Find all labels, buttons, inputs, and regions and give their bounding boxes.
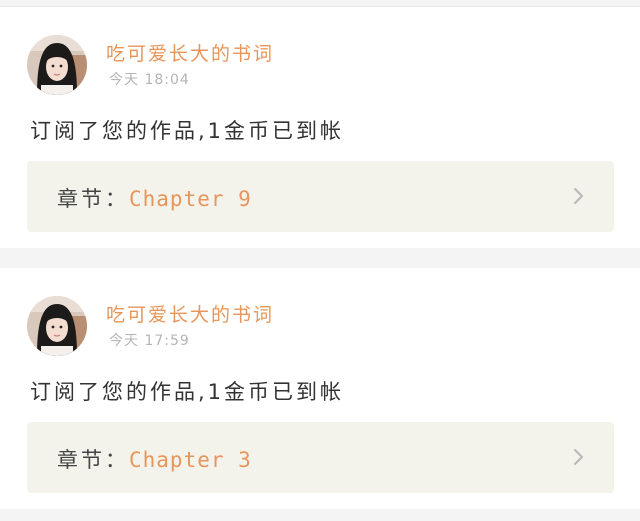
- chapter-label: 章节：: [57, 448, 129, 472]
- top-divider: [0, 0, 640, 7]
- avatar-photo-icon: [27, 35, 87, 95]
- chevron-right-icon: [574, 449, 583, 465]
- avatar-photo-icon: [27, 296, 87, 356]
- chapter-row: 章节：Chapter 9: [57, 183, 252, 213]
- avatar[interactable]: [27, 35, 87, 95]
- chapter-label: 章节：: [57, 187, 129, 211]
- timestamp: 今天 17:59: [109, 333, 190, 349]
- notification-card: 吃可爱长大的书词 今天 18:04 订阅了您的作品,1金币已到帐 章节：Chap…: [0, 7, 640, 248]
- notification-message: 订阅了您的作品,1金币已到帐: [30, 119, 345, 143]
- chevron-right-icon: [574, 188, 583, 204]
- avatar[interactable]: [27, 296, 87, 356]
- notification-message: 订阅了您的作品,1金币已到帐: [30, 380, 345, 404]
- username-link[interactable]: 吃可爱长大的书词: [106, 300, 274, 327]
- chapter-row: 章节：Chapter 3: [57, 444, 252, 474]
- chapter-value: Chapter 3: [129, 448, 252, 472]
- chapter-value: Chapter 9: [129, 187, 252, 211]
- username-link[interactable]: 吃可爱长大的书词: [106, 39, 274, 66]
- notification-feed: 吃可爱长大的书词 今天 18:04 订阅了您的作品,1金币已到帐 章节：Chap…: [0, 0, 640, 521]
- notification-card: 吃可爱长大的书词 今天 17:59 订阅了您的作品,1金币已到帐 章节：Chap…: [0, 268, 640, 509]
- chapter-link[interactable]: 章节：Chapter 9: [27, 161, 614, 232]
- chapter-link[interactable]: 章节：Chapter 3: [27, 422, 614, 493]
- timestamp: 今天 18:04: [109, 72, 190, 88]
